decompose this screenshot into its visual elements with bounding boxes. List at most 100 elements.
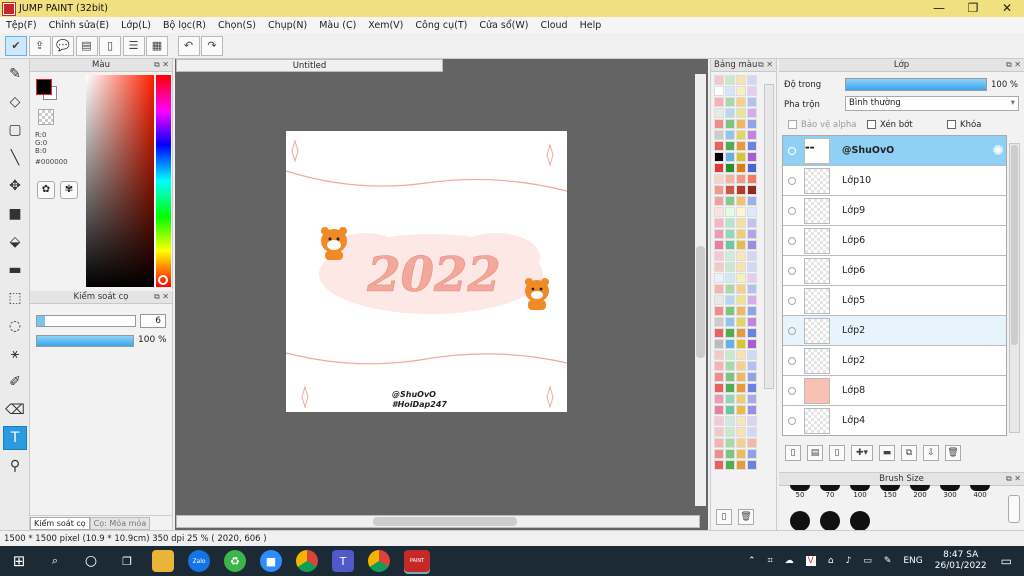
clock[interactable]: 8:47 SA 26/01/2022 [935,550,987,572]
color-swatch[interactable] [725,97,735,107]
visibility-icon[interactable] [788,146,796,155]
menu-view[interactable]: Xem(V) [368,20,403,31]
minimize-button[interactable]: — [922,0,956,17]
color-swatch[interactable] [725,383,735,393]
color-swatch[interactable] [725,141,735,151]
color-swatch[interactable] [714,350,724,360]
add-layer-menu-icon[interactable]: ✚▾ [851,445,873,461]
fill-rect-tool-icon[interactable]: ■ [3,202,27,226]
settings-grid-icon[interactable]: ▦ [146,35,168,56]
color-swatch[interactable] [714,174,724,184]
color-swatch[interactable] [714,163,724,173]
canvas-vertical-scrollbar[interactable] [695,74,706,506]
menu-window[interactable]: Cửa sổ(W) [479,20,528,31]
comment-icon[interactable]: 💬 [52,35,74,56]
hue-slider[interactable] [156,75,171,287]
layer-row[interactable]: Lớp5 [783,286,1006,316]
language-indicator[interactable]: ENG [903,556,922,566]
color-swatch[interactable] [736,361,746,371]
color-swatch[interactable] [747,284,757,294]
new-layer-from-image-icon[interactable]: ▤ [807,445,823,461]
color-swatch[interactable] [736,141,746,151]
color-swatch[interactable] [714,207,724,217]
rect-tool-icon[interactable]: ▢ [3,118,27,142]
color-swatch[interactable] [725,196,735,206]
brush-size-slider[interactable] [36,315,136,327]
horizontal-scroll-thumb[interactable] [373,517,517,526]
message-icon[interactable]: ▤ [75,35,98,56]
jump-paint-taskbar-icon[interactable]: PAINT [404,550,430,572]
menu-edit[interactable]: Chỉnh sửa(E) [49,20,110,31]
color-swatch[interactable] [714,185,724,195]
color-swatch[interactable] [747,240,757,250]
delete-swatch-icon[interactable]: 🗑 [738,509,754,525]
pen-icon[interactable]: ✎ [884,556,892,566]
color-swatch[interactable] [725,372,735,382]
color-swatch[interactable] [725,350,735,360]
color-swatch[interactable] [747,119,757,129]
color-swatch[interactable] [747,328,757,338]
color-swatch[interactable] [736,251,746,261]
color-swatch[interactable] [725,460,735,470]
color-swatch[interactable] [714,196,724,206]
color-swatch[interactable] [725,174,735,184]
color-swatch[interactable] [736,416,746,426]
color-swatch[interactable] [725,361,735,371]
brush-size-preset[interactable]: 100 [845,485,875,499]
menu-cloud[interactable]: Cloud [540,20,567,31]
color-swatch[interactable] [736,262,746,272]
color-palette-icon[interactable]: ✾ [60,181,78,199]
color-swatch[interactable] [714,306,724,316]
color-swatch[interactable] [736,295,746,305]
text-tool-icon[interactable]: T [3,426,27,450]
color-swatch[interactable] [714,317,724,327]
color-swatch[interactable] [714,141,724,151]
color-swatch[interactable] [736,152,746,162]
vertical-scroll-thumb[interactable] [696,246,705,358]
color-swatch[interactable] [725,207,735,217]
color-swatch[interactable] [725,240,735,250]
file-explorer-icon[interactable] [152,550,174,572]
color-swatch[interactable] [747,97,757,107]
color-swatch[interactable] [725,306,735,316]
chevron-up-icon[interactable]: ⌃ [748,556,756,566]
color-swatch[interactable] [736,108,746,118]
color-swatch[interactable] [747,108,757,118]
menu-tools[interactable]: Công cụ(T) [415,20,467,31]
color-swatch[interactable] [736,229,746,239]
folder-icon[interactable]: ▬ [879,445,895,461]
color-swatch[interactable] [747,405,757,415]
layer-copy-icon[interactable]: ▯ [829,445,845,461]
color-swatch[interactable] [736,240,746,250]
tab-brush-type[interactable]: Cọ: Mỏa mỏa [89,517,151,530]
drawing-canvas[interactable]: 2022 @ShuOvO #HoiDap247 [285,131,568,412]
color-swatch[interactable] [714,240,724,250]
magic-wand-icon[interactable]: ⚹ [3,342,27,366]
duplicate-layer-icon[interactable]: ⧉ [901,445,917,461]
layer-scroll-thumb[interactable] [1011,145,1018,345]
onedrive-icon[interactable]: ☁ [785,556,794,566]
color-swatch[interactable] [747,306,757,316]
menu-filter[interactable]: Bộ lọc(R) [163,20,206,31]
visibility-icon[interactable] [788,266,796,275]
color-swatch[interactable] [747,152,757,162]
layer-list-scrollbar[interactable] [1009,143,1020,433]
color-swatch[interactable] [714,427,724,437]
brush-size-preset[interactable] [820,511,840,531]
color-swatch[interactable] [714,229,724,239]
color-swatch[interactable] [747,262,757,272]
gear-icon[interactable]: ✺ [992,143,1004,159]
panel-close-icon[interactable]: ⧉ ✕ [1006,60,1021,70]
teams-icon[interactable]: T [332,550,354,572]
color-swatch[interactable] [725,218,735,228]
color-swatch[interactable] [736,405,746,415]
color-swatch[interactable] [736,427,746,437]
cortana-icon[interactable]: ○ [80,550,102,572]
color-swatch[interactable] [725,108,735,118]
color-swatch[interactable] [714,86,724,96]
search-icon[interactable]: ⌕ [44,550,66,572]
color-swatch[interactable] [714,438,724,448]
color-swatch[interactable] [747,185,757,195]
page-icon[interactable]: ▯ [99,35,121,56]
color-swatch[interactable] [714,251,724,261]
